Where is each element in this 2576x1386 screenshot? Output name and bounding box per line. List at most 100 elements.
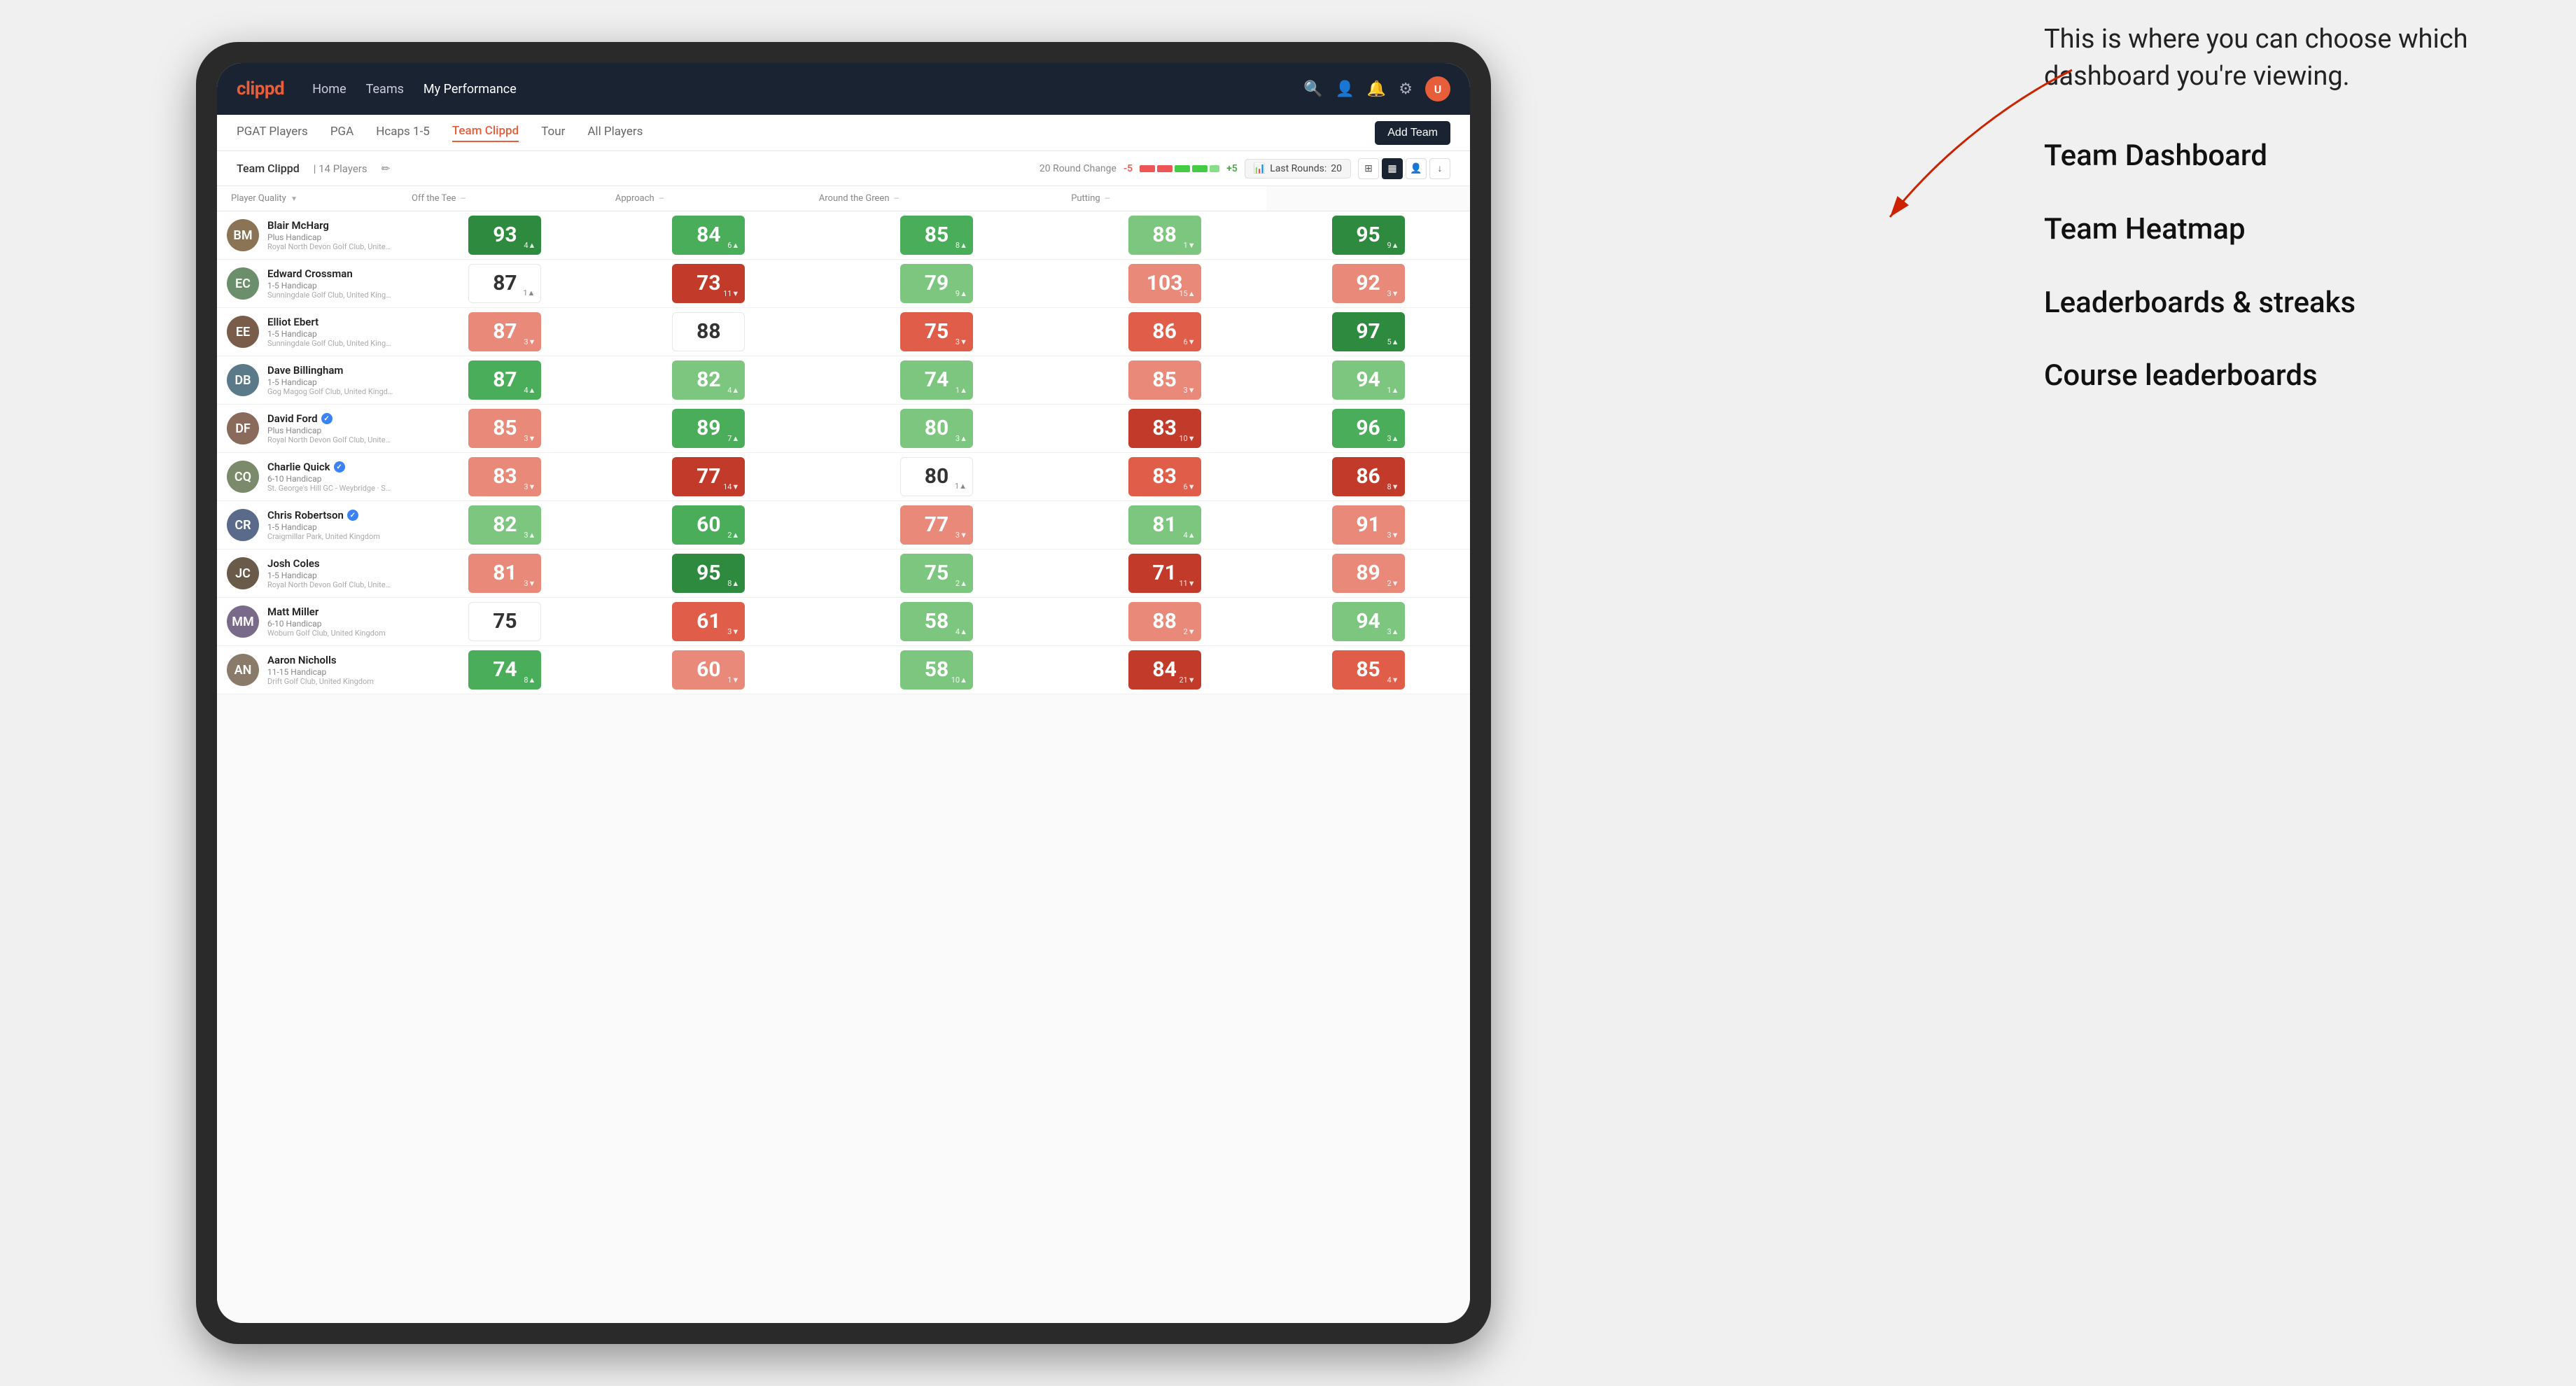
round-bar	[1140, 165, 1219, 172]
bell-icon[interactable]: 🔔	[1367, 80, 1386, 98]
card-view-button[interactable]: 👤	[1406, 158, 1427, 179]
th-off-tee: Off the Tee —	[403, 186, 607, 211]
user-icon[interactable]: 👤	[1335, 80, 1354, 98]
round-change-label: 20 Round Change	[1040, 163, 1116, 174]
search-icon[interactable]: 🔍	[1303, 80, 1322, 98]
score-value: 58	[925, 659, 948, 680]
player-cell-2[interactable]: EEElliot Ebert1-5 HandicapSunningdale Go…	[217, 308, 403, 356]
player-name: Chris Robertson✓	[267, 509, 393, 522]
ipad-frame: clippd Home Teams My Performance 🔍 👤 🔔 ⚙…	[196, 42, 1491, 1344]
last-rounds-icon: 📊	[1254, 163, 1266, 174]
nav-teams[interactable]: Teams	[366, 79, 404, 99]
score-change: 2▲	[955, 579, 967, 588]
score-player-quality: 934▲	[403, 211, 607, 260]
score-change: 4▲	[524, 241, 536, 250]
score-approach: 801▲	[811, 453, 1063, 501]
score-value: 92	[1356, 273, 1380, 294]
score-change: 8▲	[524, 676, 536, 685]
last-rounds-label: Last Rounds:	[1270, 163, 1326, 174]
player-cell-7[interactable]: JCJosh Coles1-5 HandicapRoyal North Devo…	[217, 550, 403, 598]
avatar[interactable]: U	[1425, 76, 1450, 102]
score-player-quality: 873▼	[403, 308, 607, 356]
player-name: Charlie Quick✓	[267, 461, 393, 473]
last-rounds-button[interactable]: 📊 Last Rounds: 20	[1245, 159, 1351, 178]
verified-badge: ✓	[347, 510, 358, 521]
score-value: 71	[1152, 563, 1176, 584]
settings-icon[interactable]: ⚙	[1399, 80, 1413, 98]
score-around-green: 866▼	[1063, 308, 1266, 356]
score-value: 83	[493, 466, 517, 487]
score-change: 14▼	[723, 482, 739, 491]
player-cell-4[interactable]: DFDavid Ford✓Plus HandicapRoyal North De…	[217, 405, 403, 453]
verified-badge: ✓	[321, 413, 332, 424]
bar-red	[1140, 165, 1155, 172]
player-avatar: AN	[227, 654, 259, 686]
team-name-label: Team Clippd	[237, 162, 300, 175]
score-value: 79	[925, 273, 948, 294]
player-cell-1[interactable]: ECEdward Crossman1-5 HandicapSunningdale…	[217, 260, 403, 308]
score-around-green: 10315▲	[1063, 260, 1266, 308]
annotation-item-2: Team Heatmap	[2044, 211, 2534, 249]
nav-my-performance[interactable]: My Performance	[424, 79, 517, 99]
score-value: 74	[493, 659, 517, 680]
annotation-item-1: Team Dashboard	[2044, 137, 2534, 176]
score-value: 82	[696, 370, 720, 391]
score-around-green: 853▼	[1063, 356, 1266, 405]
nav-home[interactable]: Home	[312, 79, 346, 99]
score-putting: 943▲	[1266, 598, 1470, 646]
player-cell-3[interactable]: DBDave Billingham1-5 HandicapGog Magog G…	[217, 356, 403, 405]
player-cell-8[interactable]: MMMatt Miller6-10 HandicapWoburn Golf Cl…	[217, 598, 403, 646]
score-change: 21▼	[1179, 676, 1195, 685]
player-handicap: 6-10 Handicap	[267, 474, 393, 484]
th-approach: Approach —	[607, 186, 811, 211]
score-change: 8▼	[1387, 482, 1399, 491]
score-value: 87	[493, 273, 517, 294]
subnav-hcaps[interactable]: Hcaps 1-5	[376, 125, 430, 141]
player-club: Royal North Devon Golf Club, United King…	[267, 435, 393, 444]
score-change: 4▲	[524, 386, 536, 395]
score-change: 3▲	[524, 531, 536, 540]
view-icons: ⊞ ▦ 👤 ↓	[1358, 158, 1450, 179]
table-view-button[interactable]: ▦	[1382, 158, 1403, 179]
score-change: 3▲	[955, 434, 967, 443]
player-avatar: BM	[227, 219, 259, 251]
player-avatar: EC	[227, 267, 259, 300]
add-team-button[interactable]: Add Team	[1375, 121, 1450, 145]
score-value: 86	[1356, 466, 1380, 487]
subnav-pgat[interactable]: PGAT Players	[237, 125, 308, 141]
subnav-pga[interactable]: PGA	[330, 125, 354, 141]
score-change: 3▲	[1387, 434, 1399, 443]
score-change: 1▲	[523, 288, 535, 298]
bar-green2	[1192, 165, 1208, 172]
download-button[interactable]: ↓	[1429, 158, 1450, 179]
score-value: 81	[493, 563, 517, 584]
player-club: Drift Golf Club, United Kingdom	[267, 677, 393, 686]
score-putting: 959▲	[1266, 211, 1470, 260]
score-value: 60	[696, 659, 720, 680]
player-cell-5[interactable]: CQCharlie Quick✓6-10 HandicapSt. George'…	[217, 453, 403, 501]
edit-icon[interactable]: ✏	[382, 162, 391, 175]
score-change: 1▲	[955, 482, 967, 491]
subnav-tour[interactable]: Tour	[541, 125, 565, 141]
score-change: 3▼	[1387, 289, 1399, 298]
score-change: 4▼	[1387, 676, 1399, 685]
player-cell-0[interactable]: BMBlair McHargPlus HandicapRoyal North D…	[217, 211, 403, 260]
player-handicap: 1-5 Handicap	[267, 570, 393, 580]
player-avatar: CQ	[227, 461, 259, 493]
score-around-green: 881▼	[1063, 211, 1266, 260]
score-change: 3▼	[524, 337, 536, 346]
subnav-all-players[interactable]: All Players	[587, 125, 643, 141]
score-off-tee: 958▲	[607, 550, 811, 598]
subnav-team-clippd[interactable]: Team Clippd	[452, 124, 519, 142]
score-player-quality: 833▼	[403, 453, 607, 501]
grid-view-button[interactable]: ⊞	[1358, 158, 1379, 179]
player-handicap: Plus Handicap	[267, 426, 393, 435]
score-change: 2▼	[1387, 579, 1399, 588]
player-cell-6[interactable]: CRChris Robertson✓1-5 HandicapCraigmilla…	[217, 501, 403, 550]
player-cell-9[interactable]: ANAaron Nicholls11-15 HandicapDrift Golf…	[217, 646, 403, 694]
last-rounds-value: 20	[1331, 163, 1342, 174]
score-change: 11▼	[1179, 579, 1195, 588]
score-value: 84	[696, 225, 720, 246]
score-value: 94	[1356, 611, 1380, 632]
annotation-item-3: Leaderboards & streaks	[2044, 284, 2534, 323]
